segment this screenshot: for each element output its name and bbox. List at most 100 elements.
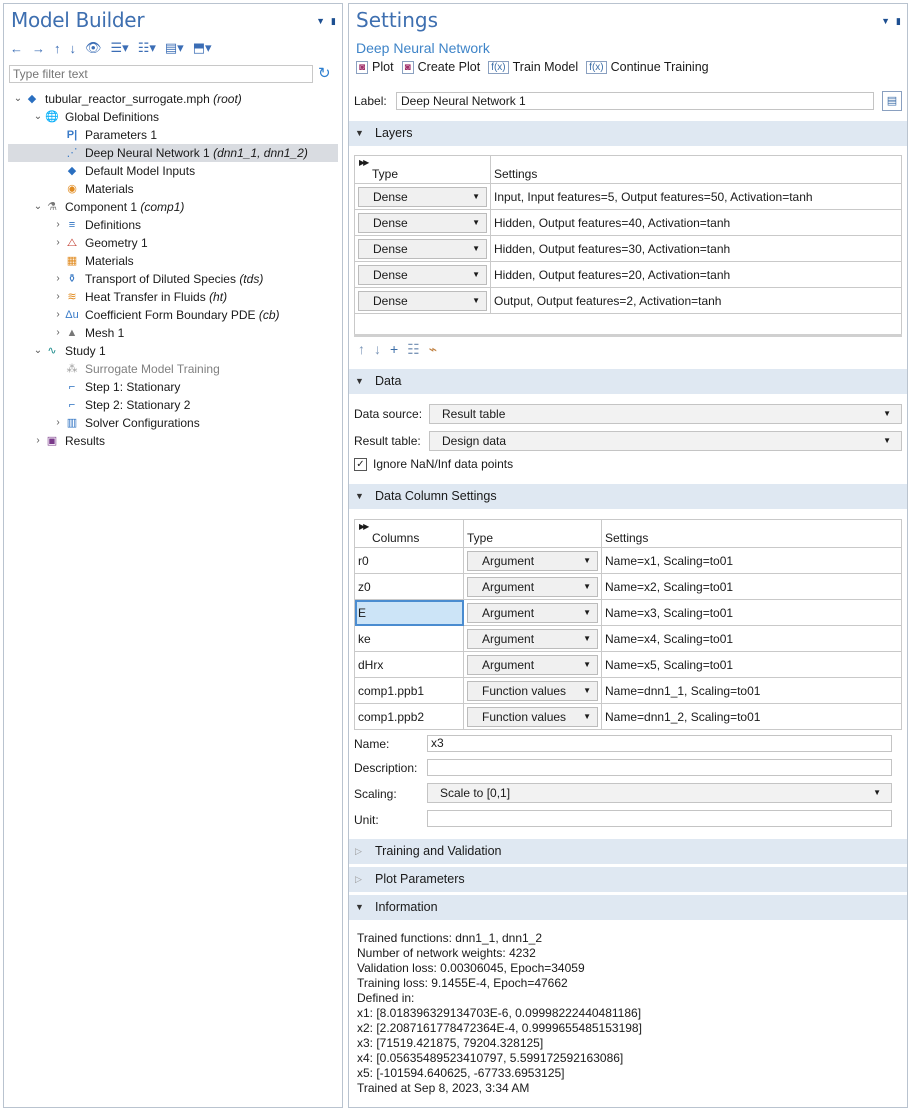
section-data-column-settings[interactable]: ▼ Data Column Settings — [349, 484, 907, 509]
train-model-button[interactable]: f(x) Train Model — [488, 60, 578, 74]
table-row[interactable]: comp1.ppb2 Function values ▼ Name=dnn1_2,… — [354, 703, 902, 730]
column-type-select[interactable]: Function values ▼ — [467, 680, 598, 701]
clear-table-icon[interactable]: ⌁ — [429, 341, 437, 358]
column-settings-cell[interactable]: Name=x1, Scaling=to01 — [601, 547, 902, 574]
move-down-icon[interactable]: ↓ — [70, 41, 77, 56]
data-source-select[interactable]: Result table ▼ — [429, 404, 902, 424]
column-type-select[interactable]: Function values ▼ — [467, 706, 598, 727]
table-row[interactable]: Dense ▼ Hidden, Output features=30, Activ… — [354, 235, 902, 262]
tree-filter-input[interactable] — [9, 65, 313, 83]
column-settings-cell[interactable]: Name=x4, Scaling=to01 — [601, 625, 902, 652]
column-name-cell[interactable]: r0 — [354, 547, 464, 574]
ignore-nan-checkbox[interactable]: ✓ — [354, 457, 367, 471]
expand-columns-icon[interactable]: ▶▶ — [359, 522, 369, 531]
table-row[interactable]: dHrx Argument ▼ Name=x5, Scaling=to01 — [354, 651, 902, 678]
tree-item-step-2[interactable]: ⌐ Step 2: Stationary 2 — [8, 396, 338, 414]
expand-icon[interactable]: › — [52, 324, 64, 342]
tree-item-parameters[interactable]: P| Parameters 1 — [8, 126, 338, 144]
view-menu-icon[interactable]: ▤▾ — [165, 40, 184, 56]
label-field[interactable]: Deep Neural Network 1 — [396, 92, 874, 110]
build-menu-icon[interactable]: ⬒▾ — [193, 40, 212, 56]
tree-item-global-definitions[interactable]: ⌄ 🌐 Global Definitions — [8, 108, 338, 126]
table-row[interactable]: ke Argument ▼ Name=x4, Scaling=to01 — [354, 625, 902, 652]
table-row[interactable]: Dense ▼ Output, Output features=2, Activa… — [354, 287, 902, 314]
table-row[interactable]: Dense ▼ Input, Input features=5, Output f… — [354, 183, 902, 210]
tree-item-definitions[interactable]: › ≡ Definitions — [8, 216, 338, 234]
panel-menu-icon[interactable]: ▼ — [881, 16, 890, 27]
tree-item-boundary-pde[interactable]: › Δu Coefficient Form Boundary PDE (cb) — [8, 306, 338, 324]
column-type-select[interactable]: Argument ▼ — [467, 628, 598, 649]
collapse-icon[interactable]: ⌄ — [12, 90, 24, 108]
section-layers[interactable]: ▼ Layers — [349, 121, 907, 146]
name-field[interactable]: x3 — [427, 735, 892, 752]
tree-item-transport[interactable]: › ⚱ Transport of Diluted Species (tds) — [8, 270, 338, 288]
create-plot-button[interactable]: ◙ Create Plot — [401, 60, 480, 74]
unit-field[interactable] — [427, 810, 892, 827]
table-row[interactable]: Dense ▼ Hidden, Output features=40, Activ… — [354, 209, 902, 236]
tree-item-results[interactable]: › ▣ Results — [8, 432, 338, 450]
column-settings-cell[interactable]: Name=x5, Scaling=to01 — [601, 651, 902, 678]
layer-settings-cell[interactable]: Output, Output features=2, Activation=ta… — [490, 287, 902, 314]
expand-icon[interactable]: › — [52, 414, 64, 432]
column-settings-cell[interactable]: Name=x3, Scaling=to01 — [601, 599, 902, 626]
section-training-validation[interactable]: ▷ Training and Validation — [349, 839, 907, 864]
column-name-cell[interactable]: dHrx — [354, 651, 464, 678]
layers-settings-header[interactable]: Settings — [490, 155, 902, 184]
show-icon[interactable]: 👁 — [85, 40, 102, 56]
collapse-icon[interactable]: ⌄ — [32, 342, 44, 360]
column-name-cell[interactable]: z0 — [354, 573, 464, 600]
layer-settings-cell[interactable]: Input, Input features=5, Output features… — [490, 183, 902, 210]
sort-menu-icon[interactable]: ☷▾ — [138, 40, 156, 56]
columns-header[interactable]: ▶▶ Columns — [354, 519, 464, 548]
layer-settings-cell[interactable]: Hidden, Output features=20, Activation=t… — [490, 261, 902, 288]
table-row[interactable]: Dense ▼ Hidden, Output features=20, Activ… — [354, 261, 902, 288]
layer-settings-cell[interactable]: Hidden, Output features=30, Activation=t… — [490, 235, 902, 262]
expand-menu-icon[interactable]: ☰▾ — [111, 40, 129, 56]
tree-item-global-materials[interactable]: ◉ Materials — [8, 180, 338, 198]
expand-icon[interactable]: › — [52, 216, 64, 234]
tree-item-deep-neural-network[interactable]: ⋰ Deep Neural Network 1 (dnn1_1, dnn1_2) — [8, 144, 338, 162]
scaling-select[interactable]: Scale to [0,1] ▼ — [427, 783, 892, 803]
continue-training-button[interactable]: f(x) Continue Training — [586, 60, 709, 74]
refresh-icon[interactable]: ↻ — [318, 64, 331, 82]
expand-icon[interactable]: › — [52, 270, 64, 288]
add-icon[interactable]: + — [390, 341, 398, 358]
expand-icon[interactable]: › — [52, 288, 64, 306]
layer-settings-cell[interactable]: Hidden, Output features=40, Activation=t… — [490, 209, 902, 236]
result-table-select[interactable]: Design data ▼ — [429, 431, 902, 451]
tree-item-component-materials[interactable]: ▦ Materials — [8, 252, 338, 270]
table-row[interactable]: comp1.ppb1 Function values ▼ Name=dnn1_1,… — [354, 677, 902, 704]
description-field[interactable] — [427, 759, 892, 776]
layer-type-select[interactable]: Dense ▼ — [358, 186, 487, 207]
section-information[interactable]: ▼ Information — [349, 895, 907, 920]
tree-item-mesh[interactable]: › ▲ Mesh 1 — [8, 324, 338, 342]
move-up-icon[interactable]: ↑ — [54, 41, 61, 56]
tree-item-heat-transfer[interactable]: › ≋ Heat Transfer in Fluids (ht) — [8, 288, 338, 306]
move-up-icon[interactable]: ↑ — [358, 341, 365, 358]
layer-type-select[interactable]: Dense ▼ — [358, 212, 487, 233]
panel-menu-icon[interactable]: ▼ — [316, 16, 325, 27]
pin-icon[interactable]: ▮ — [896, 16, 901, 27]
collapse-icon[interactable]: ⌄ — [32, 108, 44, 126]
table-row[interactable]: r0 Argument ▼ Name=x1, Scaling=to01 — [354, 547, 902, 574]
column-name-cell[interactable]: ke — [354, 625, 464, 652]
layer-type-select[interactable]: Dense ▼ — [358, 290, 487, 311]
label-options-icon[interactable]: ▤ — [882, 91, 902, 111]
column-settings-cell[interactable]: Name=dnn1_1, Scaling=to01 — [601, 677, 902, 704]
section-data[interactable]: ▼ Data — [349, 369, 907, 394]
section-plot-parameters[interactable]: ▷ Plot Parameters — [349, 867, 907, 892]
back-arrow-icon[interactable]: ← — [10, 41, 23, 56]
plot-button[interactable]: ◙ Plot — [356, 60, 394, 74]
expand-columns-icon[interactable]: ▶▶ — [359, 158, 369, 167]
collapse-icon[interactable]: ⌄ — [32, 198, 44, 216]
tree-item-component[interactable]: ⌄ ⚗ Component 1 (comp1) — [8, 198, 338, 216]
tree-item-surrogate-training[interactable]: ⁂ Surrogate Model Training — [8, 360, 338, 378]
column-type-select[interactable]: Argument ▼ — [467, 602, 598, 623]
type-header[interactable]: Type — [463, 519, 602, 548]
tree-item-root[interactable]: ⌄ ◆ tubular_reactor_surrogate.mph (root) — [8, 90, 338, 108]
layer-type-select[interactable]: Dense ▼ — [358, 264, 487, 285]
column-name-cell[interactable]: comp1.ppb2 — [354, 703, 464, 730]
expand-icon[interactable]: › — [32, 432, 44, 450]
expand-icon[interactable]: › — [52, 234, 64, 252]
table-row[interactable]: E Argument ▼ Name=x3, Scaling=to01 — [354, 599, 902, 626]
